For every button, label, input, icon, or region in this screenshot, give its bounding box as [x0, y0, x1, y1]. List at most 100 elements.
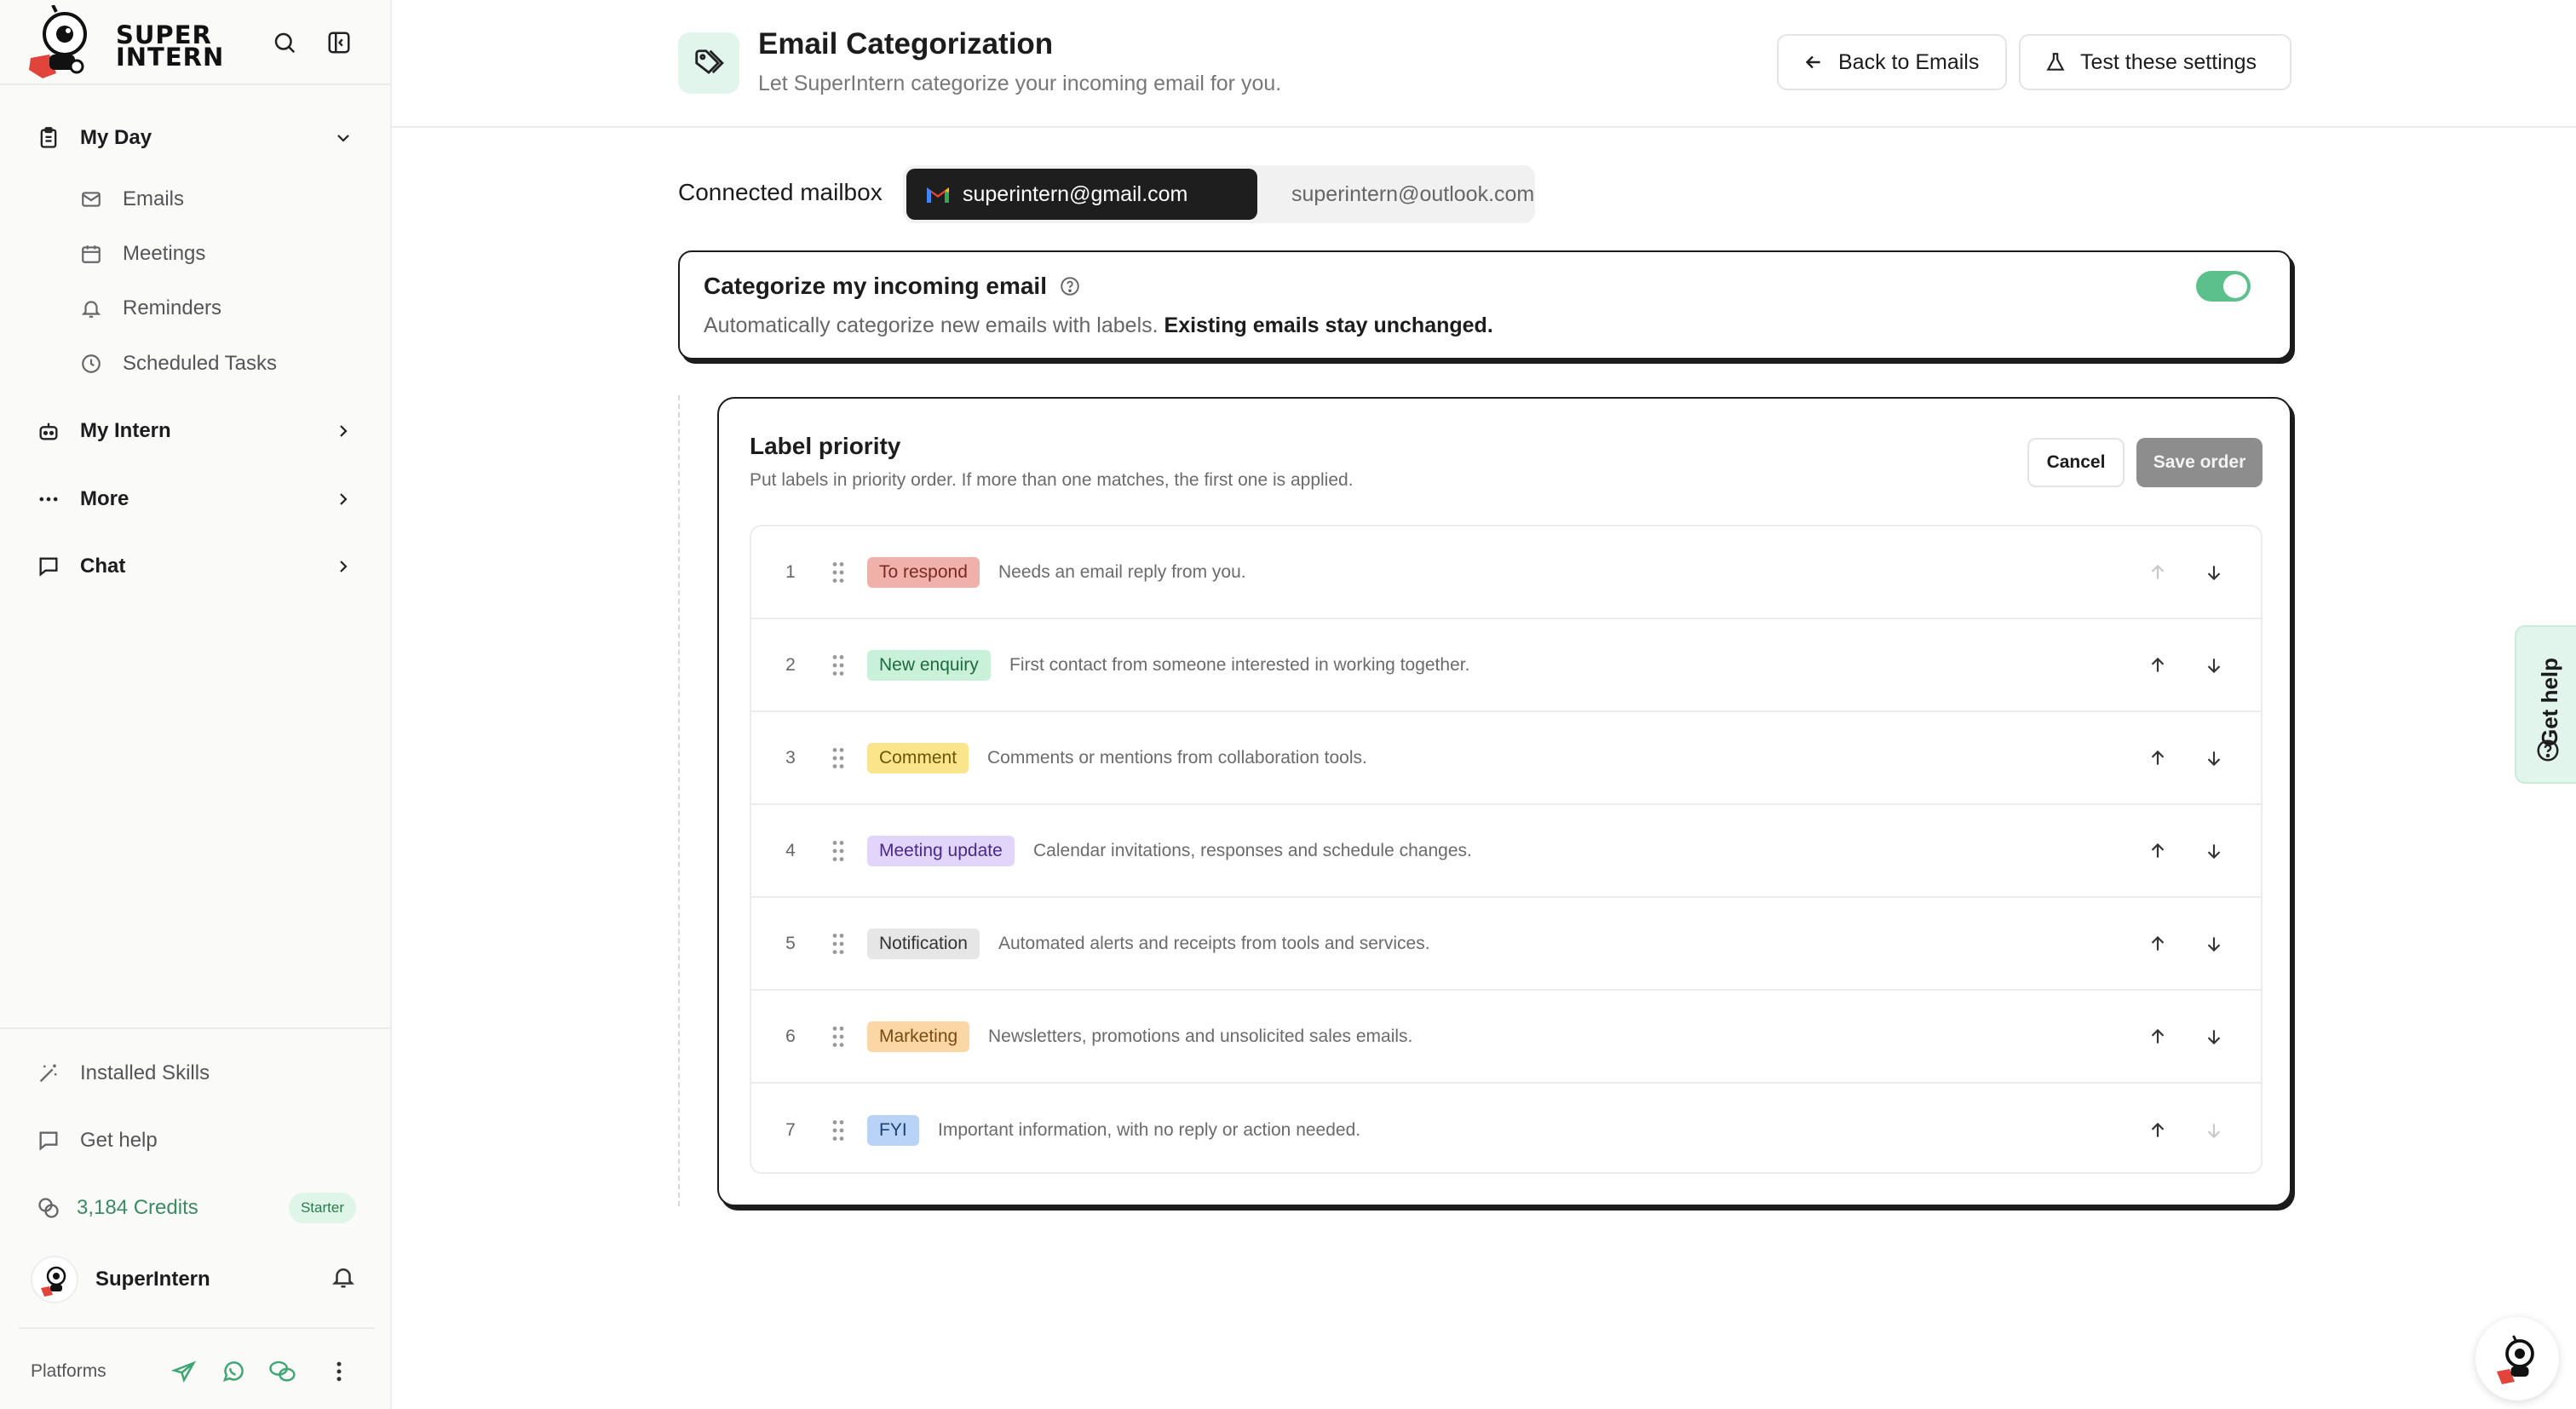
label-tag: Marketing — [867, 1021, 970, 1052]
chat-bubble-icon — [34, 552, 63, 581]
label-tag: Notification — [867, 928, 980, 959]
coins-icon — [34, 1193, 63, 1222]
chat-bubble-icon — [34, 1126, 63, 1155]
collapse-sidebar-icon[interactable] — [322, 26, 356, 60]
label-row[interactable]: 7 FYI Important information, with no reply… — [751, 1084, 2261, 1172]
label-priority-number: 1 — [785, 561, 796, 582]
move-up-icon[interactable] — [2145, 931, 2171, 957]
drag-handle-icon[interactable] — [830, 1024, 847, 1050]
search-icon[interactable] — [267, 26, 302, 60]
back-to-emails-button[interactable]: Back to Emails — [1777, 34, 2007, 90]
move-down-icon[interactable] — [2201, 745, 2227, 771]
sidebar-item-label: Chat — [80, 555, 126, 578]
get-help-side-tab[interactable]: Get help — [2515, 625, 2576, 784]
arrow-left-icon — [1805, 55, 1820, 69]
label-description: Needs an email reply from you. — [998, 561, 1246, 582]
label-tag: Comment — [867, 742, 969, 774]
sidebar-item-my-intern[interactable]: My Intern — [34, 407, 358, 455]
more-options-icon[interactable] — [324, 1356, 354, 1387]
mailbox-email: superintern@outlook.com — [1291, 181, 1535, 206]
move-down-icon[interactable] — [2201, 1024, 2227, 1050]
notifications-bell-icon[interactable] — [331, 1264, 356, 1294]
help-circle-icon[interactable] — [1059, 275, 1081, 297]
chevron-right-icon[interactable] — [329, 485, 358, 514]
label-priority-number: 5 — [785, 933, 796, 953]
tag-icon — [678, 32, 739, 94]
calendar-icon — [78, 241, 104, 267]
sidebar-item-label: Meetings — [123, 242, 206, 265]
move-down-icon[interactable] — [2201, 931, 2227, 957]
plan-badge[interactable]: Starter — [288, 1193, 356, 1223]
move-up-icon[interactable] — [2145, 1118, 2171, 1143]
sidebar-item-meetings[interactable]: Meetings — [78, 232, 351, 276]
chevron-down-icon[interactable] — [329, 124, 358, 152]
sidebar-item-label: Emails — [123, 187, 185, 210]
move-down-icon[interactable] — [2201, 560, 2227, 585]
drag-handle-icon[interactable] — [830, 838, 847, 864]
label-priority-card: Label priority Put labels in priority or… — [717, 397, 2291, 1206]
get-help-link[interactable]: Get help — [34, 1117, 358, 1165]
label-description: Newsletters, promotions and unsolicited … — [988, 1026, 1413, 1046]
label-list: 1 To respond Needs an email reply from you… — [750, 525, 2263, 1174]
assistant-chat-launcher[interactable] — [2475, 1317, 2559, 1400]
move-down-icon[interactable] — [2201, 653, 2227, 678]
sidebar: SUPER INTERN My Day Emails Meetings Remi… — [0, 0, 392, 1409]
drag-handle-icon[interactable] — [830, 653, 847, 678]
credits-link[interactable]: 3,184 Credits Starter — [34, 1184, 358, 1232]
label-row[interactable]: 1 To respond Needs an email reply from you… — [751, 526, 2261, 619]
sidebar-item-scheduled-tasks[interactable]: Scheduled Tasks — [78, 342, 351, 386]
logo-wordmark: SUPER INTERN — [116, 20, 225, 72]
drag-handle-icon[interactable] — [830, 745, 847, 771]
superintern-logo[interactable]: SUPER INTERN — [24, 5, 223, 78]
move-down-icon[interactable] — [2201, 838, 2227, 864]
sidebar-divider — [19, 1327, 375, 1329]
save-order-button[interactable]: Save order — [2136, 438, 2263, 487]
telegram-icon[interactable] — [169, 1356, 199, 1387]
test-settings-button[interactable]: Test these settings — [2019, 34, 2291, 90]
label-row[interactable]: 3 Comment Comments or mentions from collab… — [751, 712, 2261, 805]
label-row[interactable]: 6 Marketing Newsletters, promotions and un… — [751, 991, 2261, 1084]
connected-mailbox-label: Connected mailbox — [678, 179, 883, 205]
label-priority-number: 2 — [785, 654, 796, 675]
move-up-icon[interactable] — [2145, 1024, 2171, 1050]
get-help-label: Get help — [80, 1129, 158, 1152]
mailbox-tab-gmail[interactable]: superintern@gmail.com — [906, 169, 1257, 220]
installed-skills-label: Installed Skills — [80, 1061, 210, 1084]
whatsapp-icon[interactable] — [218, 1356, 249, 1387]
label-description: Comments or mentions from collaboration … — [987, 747, 1367, 768]
categorize-card: Categorize my incoming email Automatical… — [678, 250, 2291, 359]
move-up-icon[interactable] — [2145, 745, 2171, 771]
user-profile[interactable]: SuperIntern — [31, 1252, 363, 1307]
sidebar-item-emails[interactable]: Emails — [78, 177, 351, 221]
label-description: First contact from someone interested in… — [1009, 654, 1470, 675]
categorize-description: Automatically categorize new emails with… — [704, 313, 1493, 337]
wechat-icon[interactable] — [267, 1356, 298, 1387]
drag-handle-icon[interactable] — [830, 931, 847, 957]
label-description: Important information, with no reply or … — [938, 1119, 1361, 1140]
label-priority-number: 6 — [785, 1026, 796, 1046]
bot-icon — [34, 417, 63, 446]
sidebar-item-my-day[interactable]: My Day — [34, 114, 358, 162]
sidebar-item-reminders[interactable]: Reminders — [78, 286, 351, 331]
nesting-guide-line — [678, 395, 680, 1206]
move-up-icon[interactable] — [2145, 838, 2171, 864]
installed-skills-link[interactable]: Installed Skills — [34, 1050, 358, 1097]
label-row[interactable]: 5 Notification Automated alerts and receip… — [751, 898, 2261, 991]
page-subtitle: Let SuperIntern categorize your incoming… — [758, 72, 1282, 95]
sidebar-item-more[interactable]: More — [34, 475, 358, 523]
categorize-toggle[interactable] — [2196, 271, 2251, 302]
cancel-button[interactable]: Cancel — [2027, 438, 2125, 487]
ellipsis-icon — [34, 485, 63, 514]
move-up-icon[interactable] — [2145, 653, 2171, 678]
drag-handle-icon[interactable] — [830, 560, 847, 585]
back-to-emails-label: Back to Emails — [1838, 49, 1980, 74]
sidebar-item-label: My Intern — [80, 419, 171, 442]
chevron-right-icon[interactable] — [329, 552, 358, 581]
label-priority-title: Label priority — [750, 433, 901, 459]
label-row[interactable]: 4 Meeting update Calendar invitations, res… — [751, 805, 2261, 898]
mailbox-tab-outlook[interactable]: superintern@outlook.com — [1261, 169, 1535, 220]
drag-handle-icon[interactable] — [830, 1118, 847, 1143]
chevron-right-icon[interactable] — [329, 417, 358, 446]
label-row[interactable]: 2 New enquiry First contact from someone i… — [751, 619, 2261, 712]
sidebar-item-chat[interactable]: Chat — [34, 543, 358, 590]
